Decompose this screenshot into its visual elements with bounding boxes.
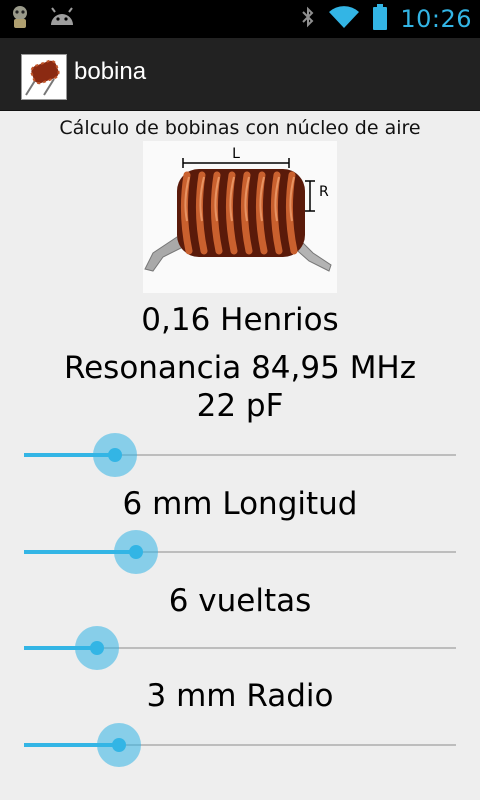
capacitance-value: 22 pF (196, 388, 284, 424)
coil-icon[interactable] (21, 54, 67, 100)
battery-icon (372, 4, 388, 34)
action-bar: bobina (0, 38, 480, 111)
debug-android-icon (8, 4, 32, 34)
android-icon (48, 7, 76, 31)
slider-thumb-dot (112, 738, 127, 752)
inductance-value: 0,16 Henrios (141, 302, 339, 338)
length-value: 6 mm Longitud (122, 486, 358, 522)
resonance-value: Resonancia 84,95 MHz (63, 350, 417, 386)
wifi-icon (328, 5, 360, 33)
notification-icons (8, 6, 76, 32)
coil-diagram: L R (143, 141, 337, 293)
bluetooth-icon (300, 5, 316, 33)
capacitance-slider[interactable] (24, 433, 456, 477)
app-title: bobina (74, 58, 147, 85)
radius-dim-label: R (319, 184, 329, 200)
clock: 10:26 (400, 5, 472, 33)
system-icons: 10:26 (300, 4, 472, 34)
turns-slider[interactable] (24, 626, 456, 670)
slider-thumb-dot (107, 448, 122, 462)
radius-value: 3 mm Radio (146, 678, 334, 714)
turns-value: 6 vueltas (168, 583, 312, 619)
length-dim-label: L (232, 146, 240, 162)
status-bar: 10:26 (0, 0, 480, 38)
page-subtitle: Cálculo de bobinas con núcleo de aire (59, 117, 421, 139)
radius-slider[interactable] (24, 723, 456, 767)
length-slider[interactable] (24, 530, 456, 574)
